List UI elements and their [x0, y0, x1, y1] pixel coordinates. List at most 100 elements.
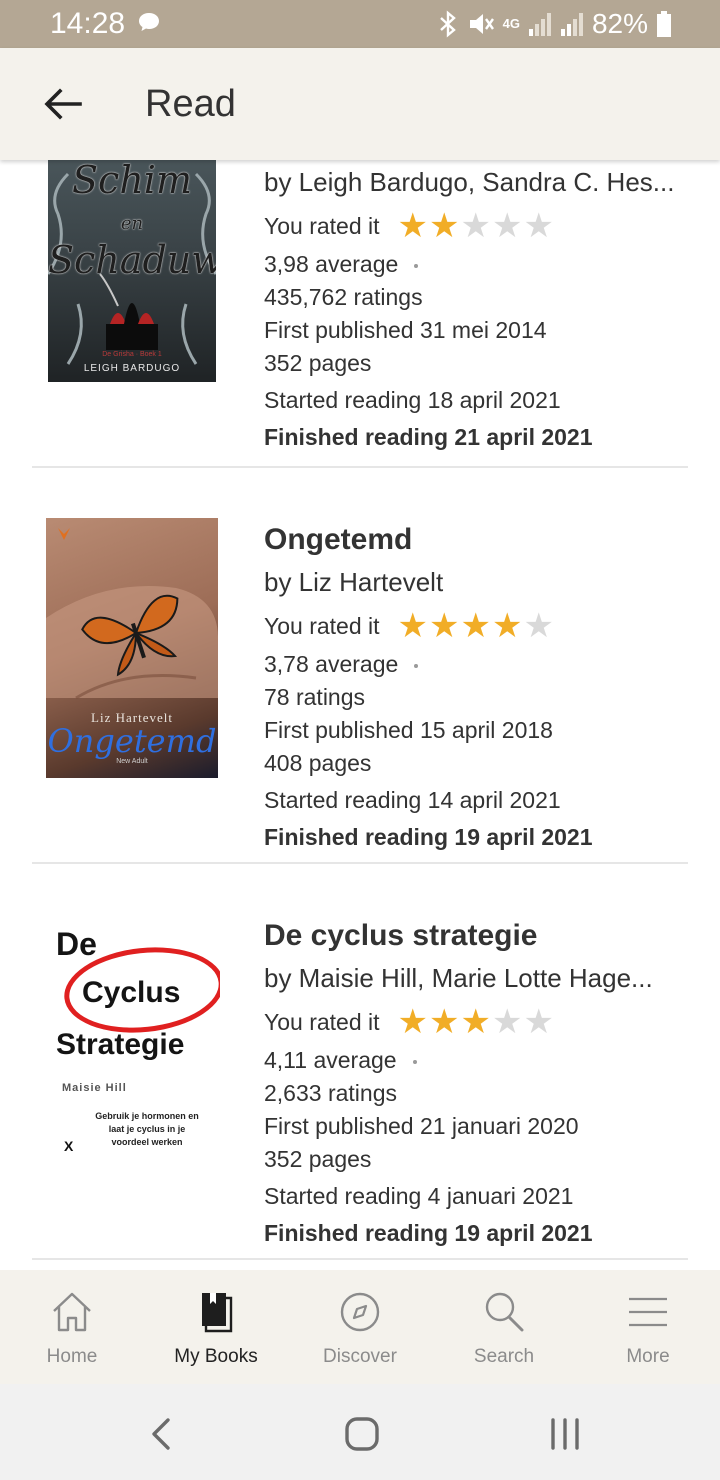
nav-label: My Books — [174, 1346, 258, 1367]
nav-home[interactable]: Home — [0, 1270, 144, 1384]
star-icon[interactable]: ★ — [492, 609, 522, 643]
star-icon[interactable]: ★ — [398, 209, 428, 243]
separator-dot — [412, 1059, 417, 1064]
nav-label: Home — [46, 1346, 98, 1367]
bluetooth-icon — [439, 10, 456, 38]
nav-discover[interactable]: Discover — [288, 1270, 432, 1384]
star-icon[interactable]: ★ — [492, 209, 522, 243]
rating-stars[interactable]: ★ ★ ★ ★ ★ — [398, 609, 554, 643]
first-published: First published 15 april 2018 — [264, 717, 553, 743]
cover-note: New Adult — [116, 758, 148, 765]
book-title[interactable]: Ongetemd — [264, 522, 688, 558]
star-icon[interactable]: ★ — [523, 1005, 553, 1039]
cover-author: Maisie Hill — [62, 1082, 127, 1094]
book-author[interactable]: by Liz Hartevelt — [264, 566, 688, 598]
star-icon[interactable]: ★ — [461, 1005, 491, 1039]
first-published: First published 21 januari 2020 — [264, 1113, 579, 1139]
network-label: 4G — [502, 16, 520, 31]
bottom-navigation: Home My Books Discover Search More — [0, 1270, 720, 1384]
cover-title: Schim en Schaduw — [48, 160, 216, 282]
started-reading[interactable]: Started reading 18 april 2021 — [264, 386, 688, 414]
cover-title: Ongetemd — [47, 722, 217, 760]
star-icon[interactable]: ★ — [461, 209, 491, 243]
ratings-count: 78 ratings — [264, 684, 366, 710]
status-bar: 14:28 4G 82% — [0, 0, 720, 48]
book-cover[interactable]: Liz Hartevelt Ongetemd New Adult — [46, 518, 218, 778]
average-rating: 3,98 average — [264, 250, 688, 278]
you-rated-label: You rated it — [264, 1009, 380, 1035]
star-icon[interactable]: ★ — [461, 609, 491, 643]
nav-label: More — [626, 1346, 670, 1367]
app-bar: Read — [0, 48, 720, 160]
star-icon[interactable]: ★ — [523, 209, 553, 243]
message-icon — [139, 13, 159, 31]
nav-more[interactable]: More — [576, 1270, 720, 1384]
home-square-icon[interactable] — [342, 1414, 382, 1454]
book-list[interactable]: Schim en Schaduw De Grisha · Boek 1 LEIGH … — [0, 160, 720, 1270]
battery-icon — [657, 11, 671, 37]
recents-icon[interactable] — [545, 1414, 585, 1454]
started-reading[interactable]: Started reading 4 januari 2021 — [264, 1182, 688, 1210]
nav-label: Search — [473, 1346, 535, 1367]
signal-icon — [528, 13, 551, 36]
cover-line3: Strategie — [56, 1028, 185, 1061]
page-count: 352 pages — [264, 1146, 372, 1172]
average-rating: 3,78 average — [264, 650, 688, 678]
divider — [32, 1258, 688, 1260]
average-text: 3,98 average — [264, 251, 399, 277]
finished-reading[interactable]: Finished reading 19 april 2021 — [264, 823, 688, 851]
page-title: Read — [145, 83, 236, 125]
average-text: 4,11 average — [264, 1047, 397, 1073]
book-item-schim-en-schaduw[interactable]: Schim en Schaduw De Grisha · Boek 1 LEIGH … — [0, 160, 720, 468]
star-icon[interactable]: ★ — [429, 609, 459, 643]
book-item-de-cyclus-strategie[interactable]: De Cyclus Strategie Maisie Hill Gebruik … — [0, 864, 720, 1260]
nav-label: Discover — [323, 1346, 397, 1367]
star-icon[interactable]: ★ — [429, 209, 459, 243]
home-icon — [53, 1292, 91, 1332]
book-cover[interactable]: Schim en Schaduw De Grisha · Boek 1 LEIGH … — [48, 160, 216, 382]
star-icon[interactable]: ★ — [492, 1005, 522, 1039]
you-rated-label: You rated it — [264, 213, 380, 239]
your-rating: You rated it ★ ★ ★ ★ ★ — [264, 608, 688, 644]
separator-dot — [414, 263, 419, 268]
system-navigation — [0, 1384, 720, 1480]
compass-icon — [340, 1292, 380, 1332]
search-icon — [485, 1292, 524, 1332]
star-icon[interactable]: ★ — [398, 1005, 428, 1039]
your-rating: You rated it ★ ★ ★ ★ ★ — [264, 1004, 688, 1040]
nav-search[interactable]: Search — [432, 1270, 576, 1384]
star-icon[interactable]: ★ — [398, 609, 428, 643]
menu-icon — [629, 1297, 667, 1327]
your-rating: You rated it ★ ★ ★ ★ ★ — [264, 208, 688, 244]
signal-icon-2 — [560, 13, 583, 36]
battery-percent: 82% — [591, 8, 648, 39]
arrow-left-icon[interactable] — [40, 82, 86, 126]
book-author[interactable]: by Maisie Hill, Marie Lotte Hage... — [264, 962, 688, 994]
rating-stars[interactable]: ★ ★ ★ ★ ★ — [398, 209, 554, 243]
ratings-count: 2,633 ratings — [264, 1080, 397, 1106]
status-time: 14:28 — [50, 7, 126, 40]
finished-reading[interactable]: Finished reading 21 april 2021 — [264, 423, 688, 451]
book-icon — [202, 1293, 233, 1333]
average-rating: 4,11 average — [264, 1046, 688, 1074]
star-icon[interactable]: ★ — [523, 609, 553, 643]
book-title[interactable]: De cyclus strategie — [264, 918, 688, 954]
book-author[interactable]: by Leigh Bardugo, Sandra C. Hes... — [264, 166, 688, 198]
cover-series: De Grisha · Boek 1 — [102, 351, 162, 358]
star-icon[interactable]: ★ — [429, 1005, 459, 1039]
cover-author: LEIGH BARDUGO — [83, 363, 181, 374]
rating-stars[interactable]: ★ ★ ★ ★ ★ — [398, 1005, 554, 1039]
you-rated-label: You rated it — [264, 613, 380, 639]
mute-icon — [469, 14, 494, 34]
finished-reading[interactable]: Finished reading 19 april 2021 — [264, 1219, 688, 1247]
cover-publisher: X — [64, 1138, 74, 1154]
page-count: 408 pages — [264, 750, 372, 776]
book-item-ongetemd[interactable]: Liz Hartevelt Ongetemd New Adult Ongetem… — [0, 468, 720, 864]
cover-line1: De — [56, 926, 97, 962]
average-text: 3,78 average — [264, 651, 399, 677]
status-icons: 4G 82% — [437, 6, 672, 42]
book-cover[interactable]: De Cyclus Strategie Maisie Hill Gebruik … — [44, 916, 220, 1176]
back-chevron-icon[interactable] — [142, 1414, 182, 1454]
nav-my-books[interactable]: My Books — [144, 1270, 288, 1384]
started-reading[interactable]: Started reading 14 april 2021 — [264, 786, 688, 814]
